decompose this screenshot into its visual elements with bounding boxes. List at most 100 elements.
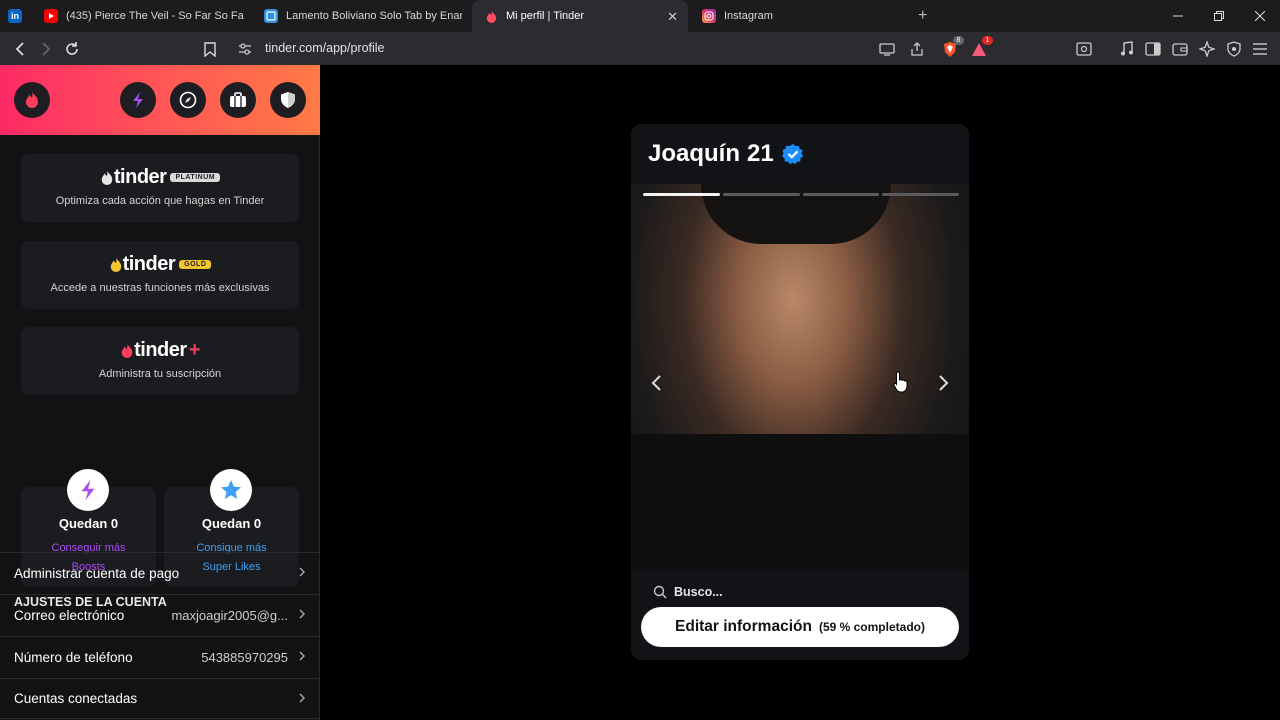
profile-name: Joaquín [648,140,741,167]
linkedin-pinned-tab[interactable]: in [8,0,28,32]
completion-text: (59 % completado) [818,620,925,634]
tab-title: Mi perfil | Tinder [506,10,585,22]
profile-photo[interactable] [631,184,969,570]
photo-shirt-shape [631,434,969,570]
url-field[interactable]: tinder.com/app/profile [265,41,385,55]
back-button[interactable] [11,40,29,58]
photo-indicator[interactable] [882,193,959,196]
chevron-right-icon [299,609,305,619]
platinum-promo-card[interactable]: tinder PLATINUM Optimiza cada acción que… [21,154,299,222]
chevron-right-icon [299,651,305,661]
songsterr-icon [264,9,278,23]
youtube-icon [44,9,58,23]
tab-youtube[interactable]: (435) Pierce The Veil - So Far So Fake [44,0,244,32]
photo-progress-bar [643,193,959,196]
profile-card: Joaquín 21 Busco... Editar información (… [631,124,969,660]
leo-ai-icon[interactable] [1198,40,1216,58]
flame-icon [121,343,133,358]
cast-icon[interactable] [878,40,896,58]
reader-mode-icon[interactable] [1075,40,1093,58]
new-tab-button[interactable]: + [918,0,932,32]
tinder-icon [484,9,498,23]
promo-description: Administra tu suscripción [98,368,222,380]
brave-shields-icon[interactable]: 8 [941,36,964,58]
reload-button[interactable] [63,40,81,58]
media-icon[interactable] [1118,40,1136,58]
restore-button[interactable] [1198,0,1239,32]
promo-description: Accede a nuestras funciones más exclusiv… [50,282,270,294]
flame-icon [101,170,113,185]
edit-info-button[interactable]: Editar información (59 % completado) [641,607,959,647]
search-icon [653,585,667,599]
plus-promo-card[interactable]: tinder + Administra tu suscripción [21,327,299,395]
tab-instagram[interactable]: Instagram [702,0,902,32]
hand-cursor-icon [893,371,908,393]
looking-for-label: Busco... [674,585,723,599]
tab-title: Instagram [724,10,773,22]
sidebar-toggle-icon[interactable] [1144,40,1162,58]
looking-for-row: Busco... [653,585,723,599]
tinder-gold-logo: tinder GOLD [21,253,299,276]
flame-icon [110,257,121,272]
tinder-flame-icon [26,92,38,108]
close-window-button[interactable] [1239,0,1280,32]
rewards-count: 1 [982,36,993,45]
safety-button[interactable] [270,82,306,118]
window-controls [1157,0,1280,32]
profile-age: 21 [747,140,774,167]
vpn-icon[interactable] [1225,40,1243,58]
settings-row-connected-accounts[interactable]: Cuentas conectadas [0,678,320,719]
photo-indicator[interactable] [802,193,880,196]
forward-button[interactable] [37,40,55,58]
tab-songsterr[interactable]: Lamento Boliviano Solo Tab by Enani [264,0,462,32]
tab-title: (435) Pierce The Veil - So Far So Fake [66,10,244,22]
tab-tinder[interactable]: Mi perfil | Tinder ✕ [472,0,688,32]
tinder-platinum-logo: tinder PLATINUM [21,166,299,189]
boost-badge [67,469,109,511]
shield-icon [281,92,295,108]
boost-icon [81,479,95,501]
chevron-left-icon [651,375,661,391]
tab-title: Lamento Boliviano Solo Tab by Enani [286,10,462,22]
chevron-right-icon [299,567,305,577]
site-settings-icon[interactable] [236,40,254,58]
photo-indicator[interactable] [722,193,800,196]
work-button[interactable] [220,82,256,118]
settings-row-phone[interactable]: Número de teléfono 543885970295 [0,636,320,677]
briefcase-icon [230,92,246,107]
superlike-badge [210,469,252,511]
photo-indicator[interactable] [643,193,720,196]
menu-icon[interactable] [1251,40,1269,58]
wallet-icon[interactable] [1171,40,1189,58]
minimize-button[interactable] [1157,0,1198,32]
bookmark-icon[interactable] [201,40,219,58]
explore-icon [179,91,197,109]
settings-row-payment[interactable]: Administrar cuenta de pago [0,552,320,593]
browser-tab-bar: in (435) Pierce The Veil - So Far So Fak… [0,0,1280,32]
profile-avatar-button[interactable] [14,82,50,118]
sidebar-header [0,65,320,135]
profile-sidebar: tinder PLATINUM Optimiza cada acción que… [0,65,320,720]
gold-promo-card[interactable]: tinder GOLD Accede a nuestras funciones … [21,241,299,309]
explore-button[interactable] [170,82,206,118]
boosts-remaining: Quedan 0 [58,516,119,531]
promo-description: Optimiza cada acción que hagas en Tinder [55,195,265,207]
browser-toolbar: tinder.com/app/profile 8 1 [0,32,1280,65]
tinder-plus-logo: tinder + [21,339,299,362]
boost-header-button[interactable] [120,82,156,118]
next-photo-button[interactable] [938,374,950,392]
chevron-right-icon [299,693,305,703]
chevron-right-icon [939,375,949,391]
previous-photo-button[interactable] [650,374,662,392]
share-icon[interactable] [908,40,926,58]
profile-name-age: Joaquín 21 [648,140,804,168]
star-icon [221,480,241,499]
verified-badge-icon [781,144,803,165]
shields-count: 8 [953,36,964,45]
brave-rewards-icon[interactable]: 1 [970,36,993,58]
close-tab-icon[interactable]: ✕ [667,9,678,25]
instagram-icon [702,9,716,23]
linkedin-icon: in [8,9,22,23]
settings-row-email[interactable]: Correo electrónico maxjoagir2005@g... [0,594,320,635]
boost-icon [133,92,143,108]
